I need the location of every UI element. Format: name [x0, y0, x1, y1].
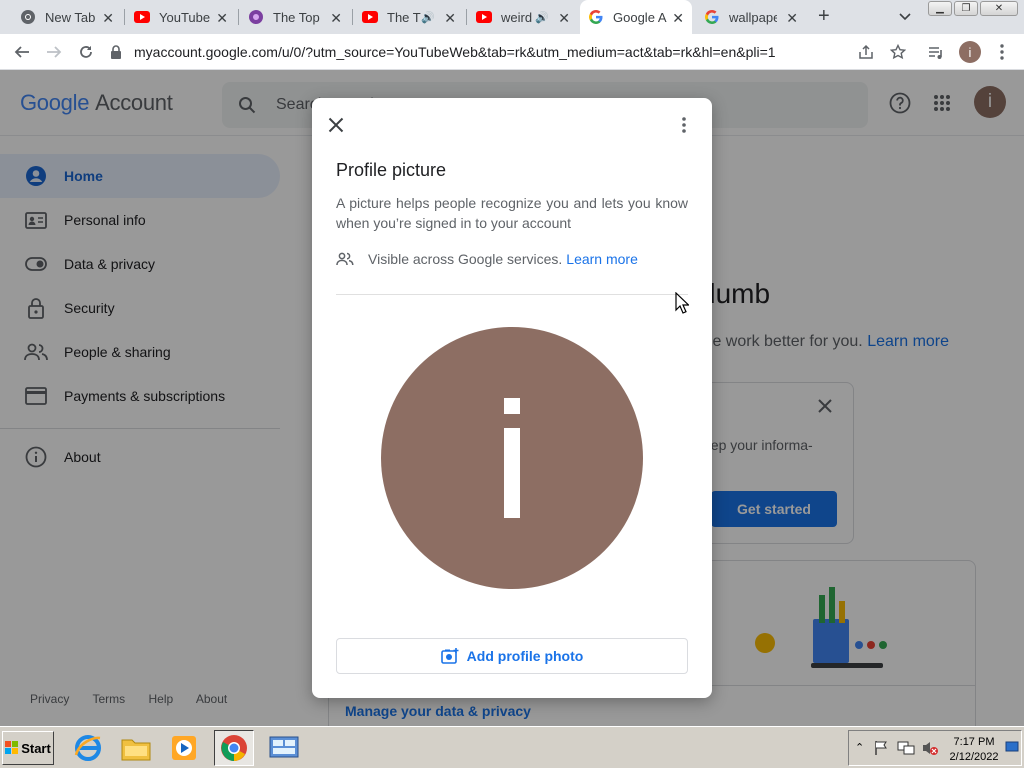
tab-close-icon[interactable]: ✕	[672, 10, 684, 27]
file-explorer-icon[interactable]	[116, 730, 156, 766]
tab-close-icon[interactable]: ✕	[786, 10, 798, 27]
profile-initial-glyph	[504, 398, 520, 518]
profile-picture	[381, 327, 643, 589]
mouse-cursor-icon	[675, 292, 689, 314]
tab-strip: New Tab ✕ YouTube ✕ The Top ✕ The T 🔊 ✕ …	[0, 0, 1024, 34]
tab-search-chevron-icon[interactable]	[898, 9, 912, 23]
speaker-icon[interactable]: 🔊	[421, 11, 435, 24]
start-button[interactable]: Start	[2, 731, 54, 765]
media-player-icon[interactable]	[164, 730, 204, 766]
maximize-button[interactable]: ❐	[954, 1, 978, 16]
google-icon	[704, 9, 720, 25]
clock[interactable]: 7:17 PM 2/12/2022	[947, 735, 1001, 765]
windows-logo-icon	[5, 741, 19, 755]
address-bar[interactable]: myaccount.google.com/u/0/?utm_source=You…	[110, 37, 920, 67]
clock-date: 2/12/2022	[949, 751, 999, 763]
browser-profile-avatar[interactable]: i	[959, 41, 981, 63]
reload-icon[interactable]	[76, 42, 96, 62]
youtube-icon	[362, 9, 378, 25]
add-photo-icon	[440, 648, 459, 664]
network-icon[interactable]	[897, 740, 915, 759]
menu-kebab-icon[interactable]	[992, 42, 1012, 62]
tab-title: The T	[387, 9, 421, 25]
tab-the-t[interactable]: The T 🔊 ✕	[354, 0, 464, 34]
start-label: Start	[21, 740, 51, 756]
clock-time: 7:17 PM	[953, 736, 995, 748]
visibility-note: Visible across Google services. Learn mo…	[336, 250, 638, 268]
tab-wallpaper[interactable]: wallpape ✕	[696, 0, 806, 34]
forward-arrow-icon[interactable]	[44, 42, 64, 62]
close-window-button[interactable]: ✕	[980, 1, 1018, 16]
lock-icon[interactable]	[110, 45, 122, 59]
dialog-divider	[336, 294, 688, 295]
windows-taskbar: Start ⌃ 7:17 PM 2/12/2022	[0, 726, 1024, 768]
share-icon[interactable]	[856, 42, 876, 62]
volume-muted-icon[interactable]	[921, 740, 939, 759]
more-vert-icon[interactable]	[674, 115, 694, 135]
speaker-icon[interactable]: 🔊	[535, 11, 549, 24]
add-profile-photo-label: Add profile photo	[466, 648, 584, 664]
add-profile-photo-button[interactable]: Add profile photo	[336, 638, 688, 674]
bookmark-star-icon[interactable]	[888, 42, 908, 62]
tab-close-icon[interactable]: ✕	[102, 10, 114, 27]
google-account-page: GoogleAccount Search Google Account i Ho…	[0, 70, 1024, 726]
media-queue-icon[interactable]	[926, 42, 946, 62]
tab-close-icon[interactable]: ✕	[444, 10, 456, 27]
people-icon	[336, 250, 360, 268]
tab-new-tab[interactable]: New Tab ✕	[12, 0, 122, 34]
visibility-text: Visible across Google services.	[368, 251, 563, 267]
flower-icon	[248, 9, 264, 25]
new-tab-button[interactable]: +	[818, 5, 830, 28]
network-app-icon[interactable]	[264, 730, 304, 766]
tab-weird[interactable]: weird 🔊 ✕	[468, 0, 578, 34]
flag-icon[interactable]	[873, 740, 889, 759]
show-hidden-icons-chevron-icon[interactable]: ⌃	[855, 741, 864, 754]
back-arrow-icon[interactable]	[12, 42, 32, 62]
minimize-button[interactable]: ▁	[928, 1, 952, 16]
dialog-description: A picture helps people recognize you and…	[336, 195, 688, 231]
youtube-icon	[476, 9, 492, 25]
browser-toolbar: myaccount.google.com/u/0/?utm_source=You…	[0, 34, 1024, 70]
tab-close-icon[interactable]: ✕	[216, 10, 228, 27]
tab-google-account[interactable]: Google A ✕	[580, 0, 692, 34]
learn-more-link[interactable]: Learn more	[566, 251, 638, 267]
tab-youtube[interactable]: YouTube ✕	[126, 0, 236, 34]
google-icon	[588, 9, 604, 25]
show-desktop-icon[interactable]	[1005, 740, 1019, 757]
tab-close-icon[interactable]: ✕	[558, 10, 570, 27]
tab-title: wallpape	[729, 9, 777, 25]
youtube-icon	[134, 9, 150, 25]
internet-explorer-icon[interactable]	[68, 730, 108, 766]
system-tray: ⌃ 7:17 PM 2/12/2022	[848, 730, 1022, 766]
close-icon[interactable]	[326, 115, 346, 135]
tab-the-top[interactable]: The Top ✕	[240, 0, 350, 34]
chrome-icon	[20, 9, 36, 25]
tab-title: weird	[501, 9, 533, 25]
url-text: myaccount.google.com/u/0/?utm_source=You…	[134, 44, 776, 60]
profile-picture-dialog: Profile picture A picture helps people r…	[312, 98, 712, 698]
tab-close-icon[interactable]: ✕	[330, 10, 342, 27]
chrome-taskbar-icon[interactable]	[214, 730, 254, 766]
dialog-title: Profile picture	[336, 160, 447, 180]
